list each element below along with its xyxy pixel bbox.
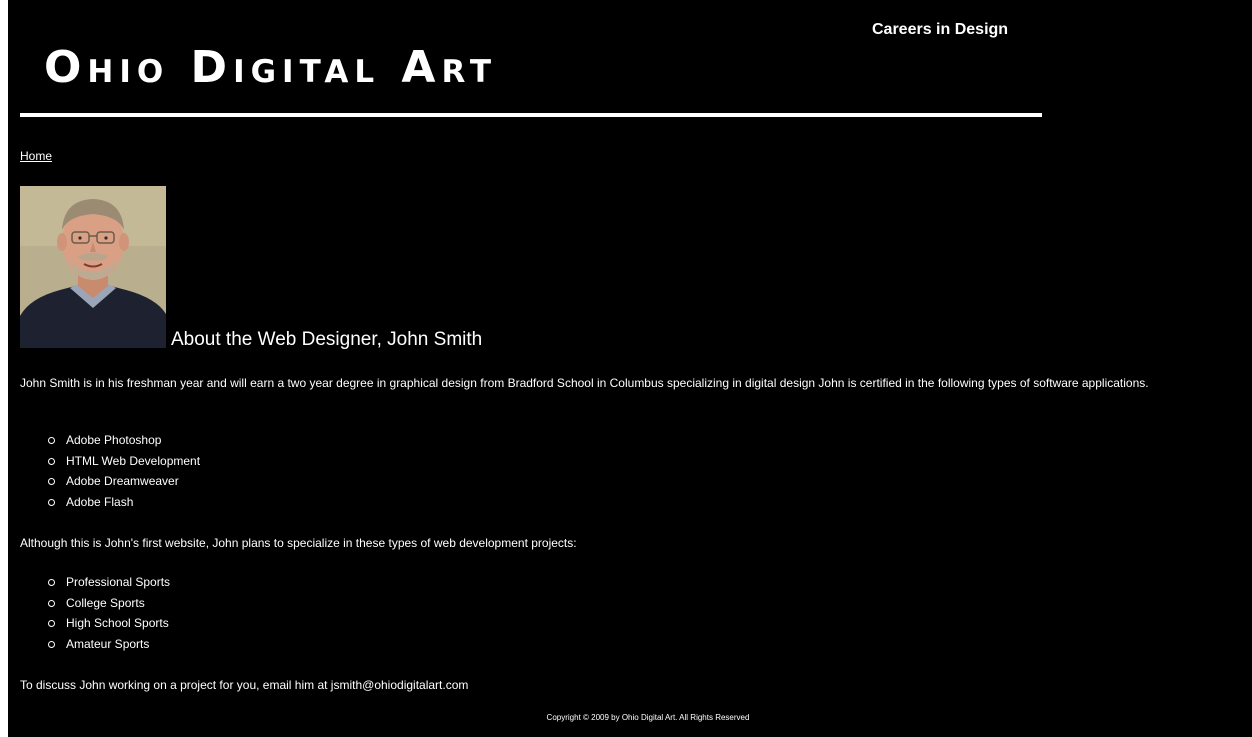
copyright-footer: Copyright © 2009 by Ohio Digital Art. Al… [546,713,750,722]
site-title: Ohio Digital Art [44,42,498,93]
list-item: High School Sports [48,613,170,634]
software-list: Adobe Photoshop HTML Web Development Ado… [48,430,200,512]
list-item: Amateur Sports [48,634,170,655]
specialize-paragraph: Although this is John's first website, J… [20,536,577,550]
list-item: Adobe Photoshop [48,430,200,451]
projects-list: Professional Sports College Sports High … [48,572,170,654]
intro-paragraph: John Smith is in his freshman year and w… [20,376,1149,390]
list-item: Adobe Dreamweaver [48,471,200,492]
home-link[interactable]: Home [20,149,52,163]
list-item: HTML Web Development [48,451,200,472]
page-container: Careers in Design Ohio Digital Art Home [8,0,1252,737]
list-item: Professional Sports [48,572,170,593]
profile-photo [20,186,166,348]
page-heading: About the Web Designer, John Smith [171,329,483,350]
list-item: Adobe Flash [48,492,200,513]
site-tagline: Careers in Design [872,21,1009,38]
list-item: College Sports [48,593,170,614]
contact-paragraph: To discuss John working on a project for… [20,678,469,692]
header-divider [20,113,1042,117]
